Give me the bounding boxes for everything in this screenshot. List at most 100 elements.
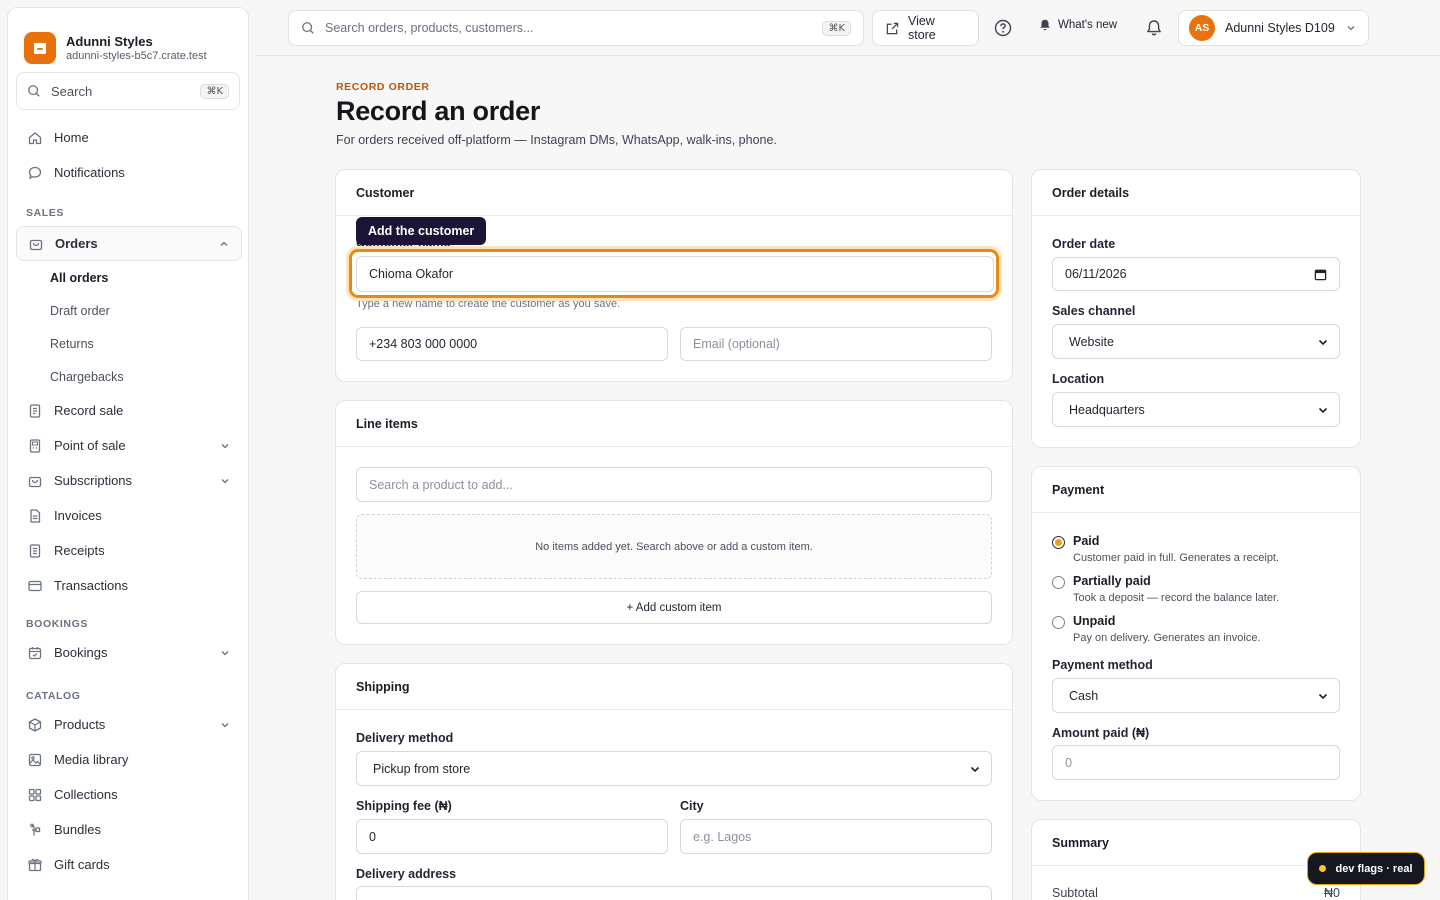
account-name: Adunni Styles D109 [1225, 21, 1335, 35]
chevron-down-icon[interactable] [218, 718, 232, 732]
chevron-down-icon [1318, 339, 1328, 345]
order-date-value: 06/11/2026 [1065, 267, 1127, 281]
radio-icon[interactable] [1052, 576, 1065, 589]
page-subtitle: For orders received off-platform — Insta… [336, 133, 777, 147]
sales-channel-value: Website [1069, 334, 1114, 349]
chevron-down-icon[interactable] [218, 439, 232, 453]
phone-input[interactable]: +234 803 000 0000 [356, 327, 668, 361]
chevron-down-icon[interactable] [218, 646, 232, 660]
chevron-up-icon[interactable] [217, 237, 231, 251]
shipping-card: Shipping Delivery method Pickup from sto… [335, 663, 1013, 900]
amount-paid-label: Amount paid (₦) [1052, 726, 1150, 740]
sidebar-item-gift-cards[interactable]: Gift cards [16, 847, 242, 882]
payment-card: Payment Paid Customer paid in full. Gene… [1031, 466, 1361, 801]
subtotal-label: Subtotal [1052, 886, 1098, 900]
sidebar-item-transactions[interactable]: Transactions [16, 568, 242, 603]
shopping-bag-icon [26, 472, 44, 490]
sidebar-item-point-of-sale[interactable]: Point of sale [16, 428, 242, 463]
home-icon [26, 129, 44, 147]
sidebar-subitem-returns[interactable]: Returns [16, 327, 242, 360]
sidebar-subitem-all-orders[interactable]: All orders [16, 261, 242, 294]
gift-icon [26, 856, 44, 874]
delivery-address-input[interactable] [356, 886, 992, 900]
sidebar-item-invoices[interactable]: Invoices [16, 498, 242, 533]
line-items-card: Line items Search a product to add... No… [335, 400, 1013, 645]
avatar: AS [1189, 15, 1215, 41]
chevron-down-icon [1318, 693, 1328, 699]
whats-new-button[interactable]: What's new [1038, 18, 1117, 32]
payment-option-desc: Customer paid in full. Generates a recei… [1073, 552, 1280, 564]
help-icon[interactable] [993, 18, 1013, 38]
global-search-input[interactable]: Search orders, products, customers... ⌘K [288, 10, 864, 46]
sidebar-subitem-chargebacks[interactable]: Chargebacks [16, 360, 242, 393]
city-input[interactable]: e.g. Lagos [680, 819, 992, 854]
product-search-input[interactable]: Search a product to add... [356, 467, 992, 502]
payment-option-title: Unpaid [1073, 614, 1116, 628]
order-date-label: Order date [1052, 237, 1116, 251]
sidebar-item-label: Record sale [54, 403, 124, 418]
sidebar-item-home[interactable]: Home [16, 120, 242, 155]
sales-channel-select[interactable]: Website [1052, 324, 1340, 359]
radio-icon[interactable] [1052, 616, 1065, 629]
chevron-down-icon [1318, 407, 1328, 413]
sidebar-item-subscriptions[interactable]: Subscriptions [16, 463, 242, 498]
payment-option-paid[interactable]: Paid Customer paid in full. Generates a … [1052, 534, 1279, 564]
sidebar-item-label: Collections [54, 787, 118, 802]
sidebar-item-receipts[interactable]: Receipts [16, 533, 242, 568]
email-input[interactable]: Email (optional) [680, 327, 992, 361]
topbar: Search orders, products, customers... ⌘K… [256, 0, 1440, 56]
image-icon [26, 751, 44, 769]
sidebar-item-bundles[interactable]: Bundles [16, 812, 242, 847]
document-icon [26, 507, 44, 525]
search-icon [28, 85, 40, 97]
calendar-icon [1314, 269, 1327, 280]
view-store-label: View store [907, 14, 936, 42]
account-menu-button[interactable]: AS Adunni Styles D109 [1178, 10, 1369, 46]
payment-option-desc: Pay on delivery. Generates an invoice. [1073, 632, 1261, 644]
sales-channel-label: Sales channel [1052, 304, 1136, 318]
location-label: Location [1052, 372, 1105, 386]
chevron-down-icon [1347, 26, 1355, 31]
sidebar-item-record-sale[interactable]: Record sale [16, 393, 242, 428]
sidebar-item-bookings[interactable]: Bookings [16, 635, 242, 670]
delivery-method-label: Delivery method [356, 731, 454, 745]
chevron-down-icon[interactable] [218, 474, 232, 488]
whats-new-label: What's new [1058, 19, 1118, 31]
delivery-method-select[interactable]: Pickup from store [356, 751, 992, 786]
payment-option-title: Partially paid [1073, 574, 1151, 588]
sidebar-item-label: Receipts [54, 543, 105, 558]
order-details-card: Order details Order date 06/11/2026 Sale… [1031, 169, 1361, 448]
payment-option-partially-paid[interactable]: Partially paid Took a deposit — record t… [1052, 574, 1279, 604]
radio-selected-icon[interactable] [1052, 536, 1065, 549]
location-select[interactable]: Headquarters [1052, 392, 1340, 427]
add-custom-item-button[interactable]: + Add custom item [356, 591, 992, 624]
view-store-button[interactable]: View store [872, 10, 979, 46]
dev-flags-pill[interactable]: dev flags · real [1307, 852, 1425, 885]
brand[interactable]: Adunni Styles adunni-styles-b5c7.crate.t… [8, 8, 248, 72]
sidebar-subitem-draft-order[interactable]: Draft order [16, 294, 242, 327]
payment-option-title: Paid [1073, 534, 1100, 548]
sidebar-item-label: Notifications [54, 165, 125, 180]
sidebar-item-collections[interactable]: Collections [16, 777, 242, 812]
sidebar-item-orders[interactable]: Orders [16, 226, 242, 261]
page-title: Record an order [336, 96, 541, 126]
customer-card-title: Customer [336, 170, 1012, 216]
sidebar-item-label: Point of sale [54, 438, 126, 453]
external-link-icon [886, 22, 899, 34]
payment-method-label: Payment method [1052, 658, 1153, 672]
shipping-fee-input[interactable]: 0 [356, 819, 668, 854]
sidebar-item-notifications[interactable]: Notifications [16, 155, 242, 190]
sidebar-item-label: Invoices [54, 508, 102, 523]
payment-option-unpaid[interactable]: Unpaid Pay on delivery. Generates an inv… [1052, 614, 1261, 644]
grid-icon [26, 786, 44, 804]
brand-domain: adunni-styles-b5c7.crate.test [66, 50, 207, 62]
global-search-placeholder: Search orders, products, customers... [325, 21, 534, 35]
sidebar-search[interactable]: Search ⌘K [16, 72, 240, 110]
sidebar-item-media-library[interactable]: Media library [16, 742, 242, 777]
amount-paid-input[interactable]: 0 [1052, 745, 1340, 780]
notifications-bell-icon[interactable] [1144, 18, 1164, 38]
payment-method-select[interactable]: Cash [1052, 678, 1340, 713]
payment-method-value: Cash [1069, 688, 1099, 703]
order-date-input[interactable]: 06/11/2026 [1052, 257, 1340, 291]
sidebar-item-products[interactable]: Products [16, 707, 242, 742]
